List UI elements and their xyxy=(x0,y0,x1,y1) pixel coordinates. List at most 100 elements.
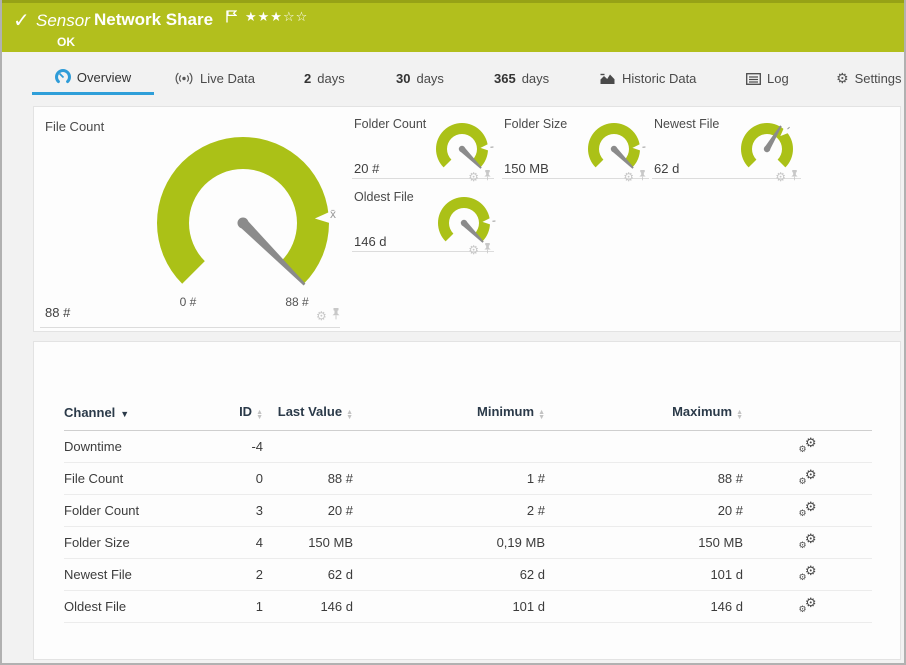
tab-label: Settings xyxy=(855,71,902,86)
primary-gauge-actions: ⚙ xyxy=(316,307,341,325)
pin-icon[interactable] xyxy=(483,241,492,259)
sort-icon: ▲▼ xyxy=(538,410,545,420)
pin-icon[interactable] xyxy=(483,168,492,186)
column-header-last-value[interactable]: Last Value▲▼ xyxy=(271,342,361,430)
tab-365-days[interactable]: 365 days xyxy=(494,62,549,95)
tab-overview[interactable]: Overview xyxy=(32,62,154,95)
channel-minimum-cell: 2 # xyxy=(361,494,553,526)
tile-title: Oldest File xyxy=(354,190,414,204)
table-header-row: Channel▼ ID▲▼ Last Value▲▼ Minimum▲▼ Max… xyxy=(64,342,872,430)
table-row: Downtime -4 ⚙⚙ xyxy=(64,430,872,462)
channels-panel: Channel▼ ID▲▼ Last Value▲▼ Minimum▲▼ Max… xyxy=(33,341,901,660)
column-header-minimum[interactable]: Minimum▲▼ xyxy=(361,342,553,430)
favorite-flag-icon[interactable] xyxy=(226,10,237,28)
channel-settings-icon[interactable]: ⚙⚙ xyxy=(799,469,817,485)
pin-icon[interactable] xyxy=(638,168,647,186)
channel-name-cell: Folder Count xyxy=(64,494,214,526)
tile-title: Folder Size xyxy=(504,117,567,131)
tab-30-days[interactable]: 30 days xyxy=(396,62,444,95)
channel-last-value-cell xyxy=(271,430,361,462)
gear-icon[interactable]: ⚙ xyxy=(623,172,634,182)
tile-value: 150 MB xyxy=(504,161,549,176)
tile-value: 20 # xyxy=(354,161,379,176)
status-ok-check-icon: ✓ xyxy=(13,8,30,33)
tile-value: 62 d xyxy=(654,161,679,176)
channel-settings-icon[interactable]: ⚙⚙ xyxy=(799,533,817,549)
tab-label: days xyxy=(317,71,344,86)
gauges-panel: File Count x̄ 0 # 88 # 88 # ⚙ Folder Cou… xyxy=(33,106,901,332)
pin-icon[interactable] xyxy=(790,168,799,186)
log-list-icon xyxy=(746,73,761,85)
channel-last-value-cell: 62 d xyxy=(271,558,361,590)
column-header-channel[interactable]: Channel▼ xyxy=(64,342,214,430)
tab-historic-data[interactable]: Historic Data xyxy=(599,62,696,95)
channel-maximum-cell: 101 d xyxy=(553,558,751,590)
gear-icon[interactable]: ⚙ xyxy=(468,172,479,182)
gauge-max-label: 88 # xyxy=(285,295,308,309)
priority-stars[interactable]: ★★★☆☆ xyxy=(245,9,308,25)
sensor-name: Network Share xyxy=(94,10,213,30)
tab-label: days xyxy=(522,71,549,86)
tile-actions: ⚙ xyxy=(775,168,799,186)
gear-icon[interactable]: ⚙ xyxy=(468,245,479,255)
table-row: Newest File 2 62 d 62 d 101 d ⚙⚙ xyxy=(64,558,872,590)
table-row: File Count 0 88 # 1 # 88 # ⚙⚙ xyxy=(64,462,872,494)
channel-maximum-cell: 146 d xyxy=(553,590,751,622)
gear-icon[interactable]: ⚙ xyxy=(775,172,786,182)
tab-number: 2 xyxy=(304,71,311,86)
tab-log[interactable]: Log xyxy=(746,62,789,95)
channel-settings-icon[interactable]: ⚙⚙ xyxy=(799,565,817,581)
channel-id-cell: -4 xyxy=(214,430,271,462)
tile-actions: ⚙ xyxy=(468,168,492,186)
channel-last-value-cell: 150 MB xyxy=(271,526,361,558)
channel-settings-icon[interactable]: ⚙⚙ xyxy=(799,597,817,613)
tile-actions: ⚙ xyxy=(623,168,647,186)
channel-actions-cell: ⚙⚙ xyxy=(751,494,872,526)
channel-settings-icon[interactable]: ⚙⚙ xyxy=(799,437,817,453)
gear-icon: ⚙ xyxy=(836,70,849,87)
tab-2-days[interactable]: 2 days xyxy=(304,62,345,95)
channel-name-cell: Oldest File xyxy=(64,590,214,622)
channel-id-cell: 3 xyxy=(214,494,271,526)
gauge-icon xyxy=(55,69,71,85)
gear-icon[interactable]: ⚙ xyxy=(316,311,327,321)
folder-count-tile: Folder Count 20 # ⚙ xyxy=(352,117,494,181)
column-header-maximum[interactable]: Maximum▲▼ xyxy=(553,342,751,430)
tab-live-data[interactable]: Live Data xyxy=(174,62,255,95)
object-kind-label: Sensor xyxy=(36,11,90,31)
sensor-page: ✓ Sensor Network Share ★★★☆☆ OK Overview… xyxy=(0,0,906,665)
channel-actions-cell: ⚙⚙ xyxy=(751,430,872,462)
tab-number: 365 xyxy=(494,71,516,86)
channel-settings-icon[interactable]: ⚙⚙ xyxy=(799,501,817,517)
primary-gauge-value: 88 # xyxy=(45,305,70,320)
tab-label: days xyxy=(416,71,443,86)
tab-number: 30 xyxy=(396,71,410,86)
area-chart-icon xyxy=(599,72,616,85)
channel-actions-cell: ⚙⚙ xyxy=(751,526,872,558)
channel-maximum-cell xyxy=(553,430,751,462)
oldest-file-tile: Oldest File 146 d ⚙ xyxy=(352,190,494,254)
table-row: Folder Count 3 20 # 2 # 20 # ⚙⚙ xyxy=(64,494,872,526)
gauge-min-label: 0 # xyxy=(180,295,197,309)
channel-name-cell: Downtime xyxy=(64,430,214,462)
sort-icon: ▲▼ xyxy=(736,410,743,420)
table-row: Oldest File 1 146 d 101 d 146 d ⚙⚙ xyxy=(64,590,872,622)
tile-title: Newest File xyxy=(654,117,719,131)
channel-last-value-cell: 20 # xyxy=(271,494,361,526)
channel-last-value-cell: 88 # xyxy=(271,462,361,494)
live-signal-icon xyxy=(174,72,194,85)
tab-label: Log xyxy=(767,71,789,86)
sort-icon: ▲▼ xyxy=(256,410,263,420)
column-header-id[interactable]: ID▲▼ xyxy=(214,342,271,430)
channel-maximum-cell: 88 # xyxy=(553,462,751,494)
pin-icon[interactable] xyxy=(331,307,341,325)
channel-actions-cell: ⚙⚙ xyxy=(751,558,872,590)
channel-table: Channel▼ ID▲▼ Last Value▲▼ Minimum▲▼ Max… xyxy=(64,342,872,623)
channel-maximum-cell: 20 # xyxy=(553,494,751,526)
tab-settings[interactable]: ⚙ Settings xyxy=(836,62,902,95)
tile-value: 146 d xyxy=(354,234,387,249)
channel-actions-cell: ⚙⚙ xyxy=(751,590,872,622)
column-header-actions xyxy=(751,342,872,430)
channel-id-cell: 2 xyxy=(214,558,271,590)
tile-title: Folder Count xyxy=(354,117,426,131)
